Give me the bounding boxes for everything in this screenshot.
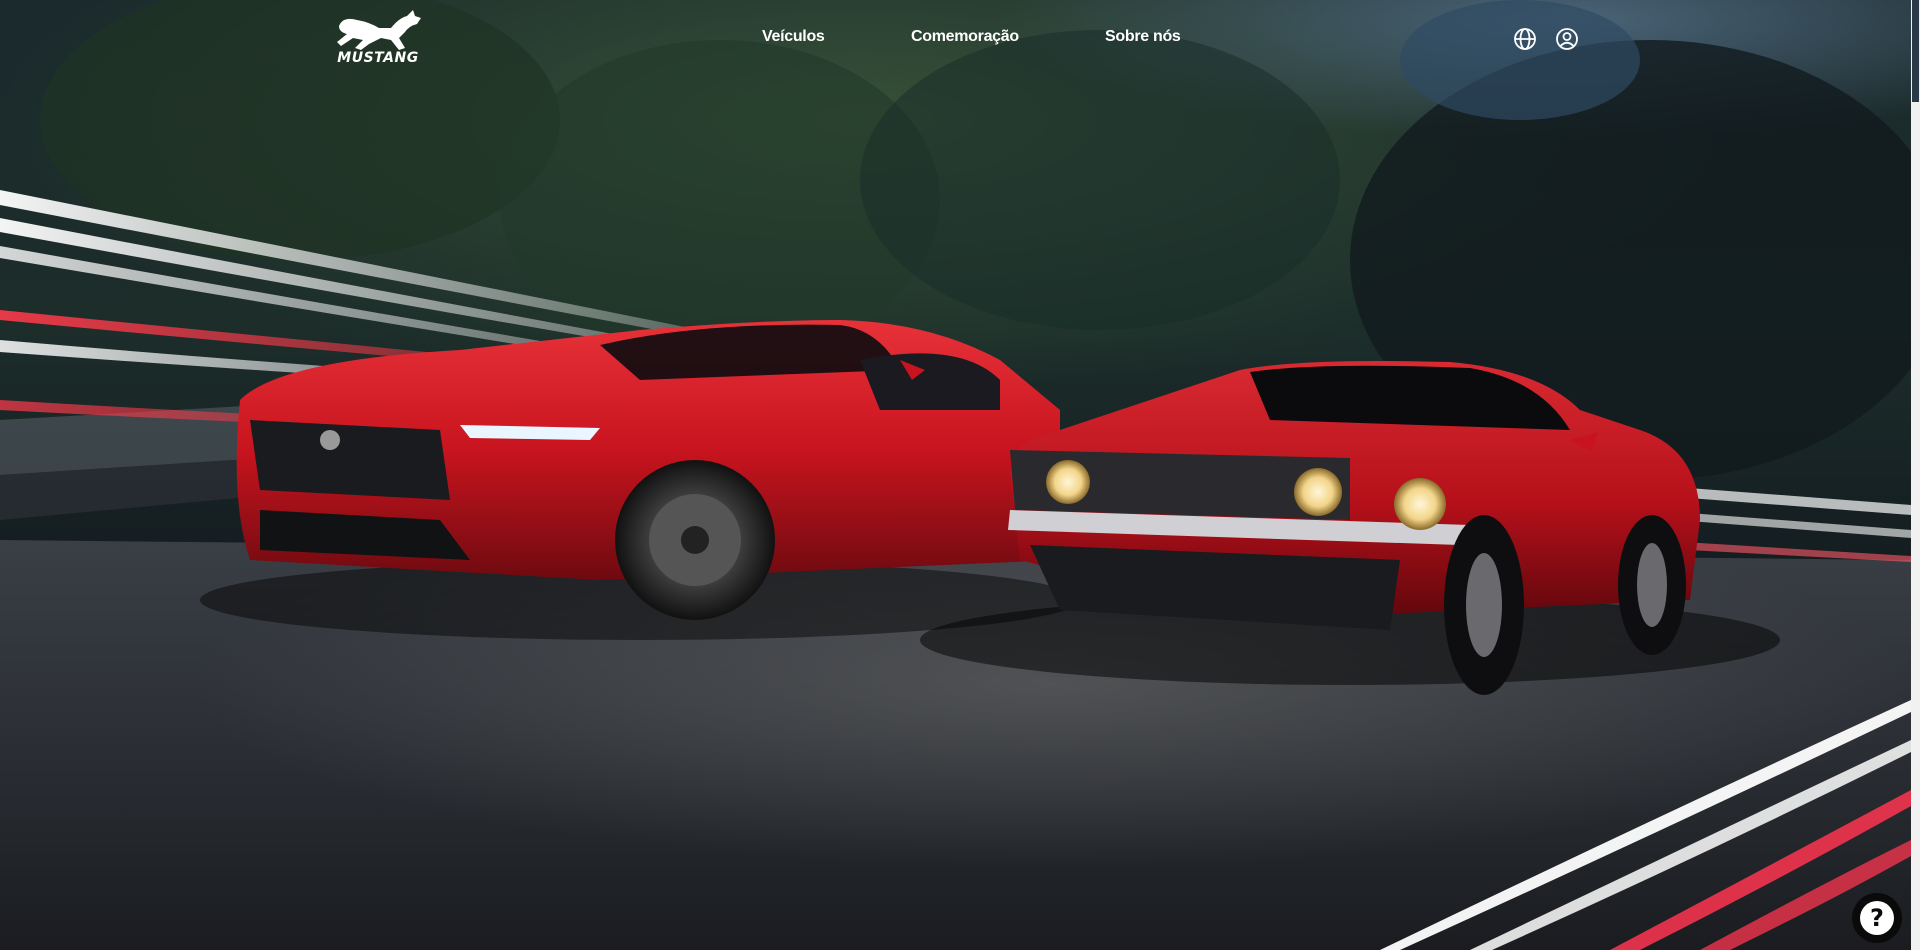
user-account-icon[interactable] <box>1555 27 1579 51</box>
nav-item-comemoracao[interactable]: Comemoração <box>911 28 1019 46</box>
top-navigation: MUSTANG Veículos Comemoração Sobre nós <box>0 0 1911 80</box>
help-button[interactable]: ? <box>1852 893 1902 943</box>
scrollbar-thumb[interactable] <box>1912 0 1919 102</box>
logo-wordmark: MUSTANG <box>337 50 419 66</box>
nav-item-veiculos[interactable]: Veículos <box>762 28 825 46</box>
mustang-logo[interactable]: MUSTANG <box>328 8 428 74</box>
globe-icon[interactable] <box>1513 27 1537 51</box>
page-scrollbar[interactable] <box>1911 0 1920 950</box>
help-icon: ? <box>1860 901 1894 935</box>
hero-image <box>0 0 1911 950</box>
page: MUSTANG Veículos Comemoração Sobre nós ? <box>0 0 1920 950</box>
running-horse-icon <box>328 8 428 52</box>
nav-item-sobre-nos[interactable]: Sobre nós <box>1105 28 1181 46</box>
